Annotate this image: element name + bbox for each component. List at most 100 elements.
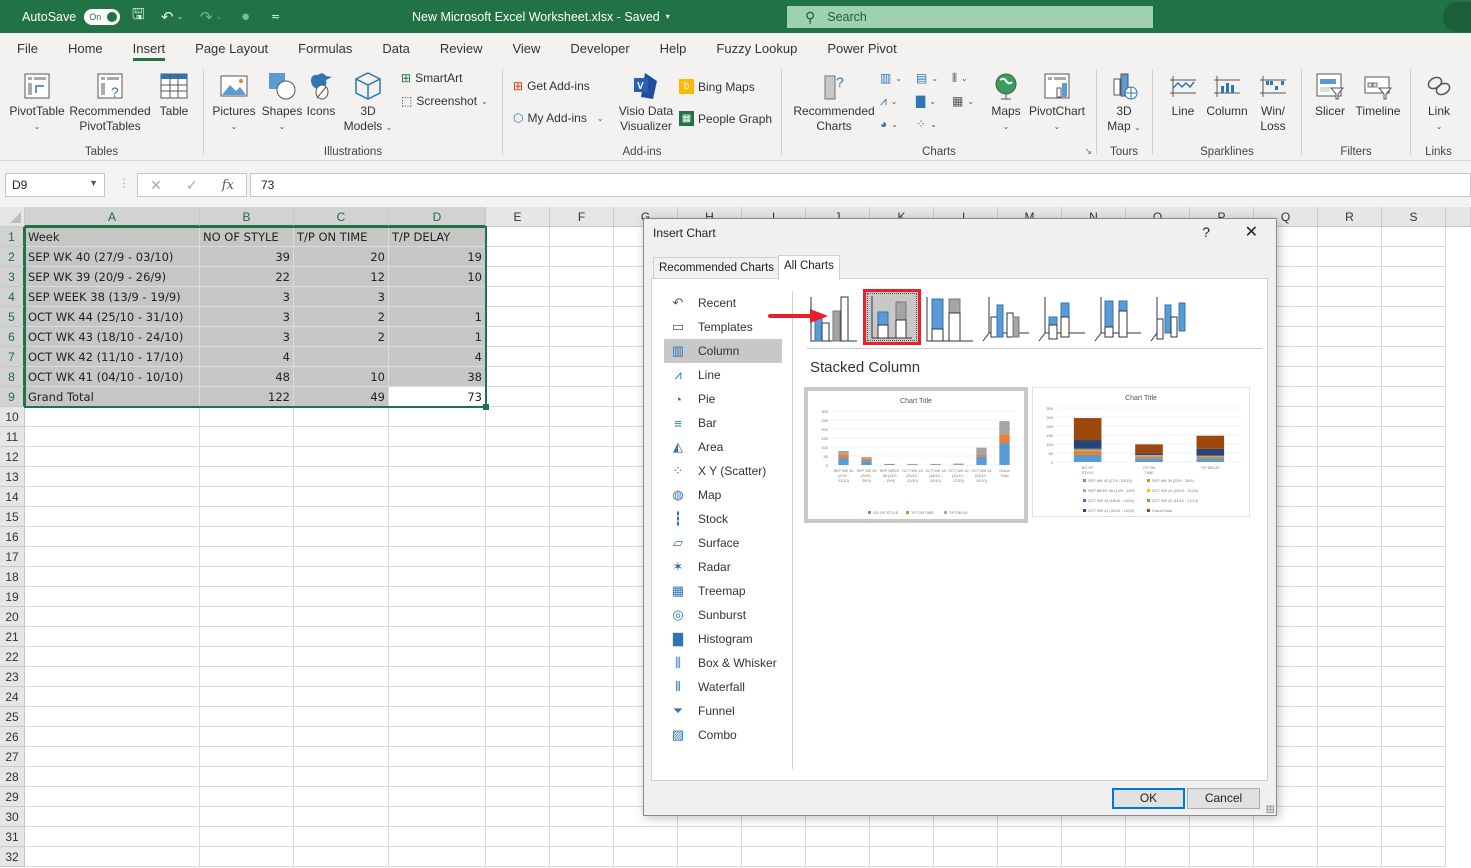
cell-I31[interactable] [742,827,806,847]
column-header-B[interactable]: B [200,207,294,227]
cell-B1[interactable]: NO OF STYLE [200,227,294,247]
cell-F13[interactable] [550,467,614,487]
cell-B18[interactable] [200,567,294,587]
cell-B32[interactable] [200,847,294,867]
cell-E28[interactable] [486,767,550,787]
cell-D32[interactable] [389,847,486,867]
cell-D18[interactable] [389,567,486,587]
cell-R4[interactable] [1318,287,1382,307]
chart-type-recent[interactable]: ↶ Recent [664,291,782,315]
cell-A5[interactable]: OCT WK 44 (25/10 - 31/10) [25,307,200,327]
chevron-down-icon[interactable]: ▼ [89,178,98,188]
row-header-20[interactable]: 20 [0,607,25,627]
chart-type-box-whisker[interactable]: ⫼ Box & Whisker [664,651,782,675]
cancel-button[interactable]: Cancel [1187,788,1260,809]
cell-E9[interactable] [486,387,550,407]
cell-A21[interactable] [25,627,200,647]
tab-insert[interactable]: Insert [132,33,165,65]
tab-data[interactable]: Data [382,33,409,65]
sparkline-winloss-button[interactable]: Win/ Loss [1253,71,1293,134]
cell-E13[interactable] [486,467,550,487]
cell-C10[interactable] [294,407,389,427]
cell-F27[interactable] [550,747,614,767]
cell-R15[interactable] [1318,507,1382,527]
cell-B23[interactable] [200,667,294,687]
row-header-6[interactable]: 6 [0,327,25,347]
cell-R23[interactable] [1318,667,1382,687]
tab-home[interactable]: Home [68,33,103,65]
row-header-25[interactable]: 25 [0,707,25,727]
chart-type-bar[interactable]: ≡ Bar [664,411,782,435]
cell-I32[interactable] [742,847,806,867]
cell-F12[interactable] [550,447,614,467]
cell-B29[interactable] [200,787,294,807]
chart-type-surface[interactable]: ▱ Surface [664,531,782,555]
cell-F17[interactable] [550,547,614,567]
cell-B9[interactable]: 122 [200,387,294,407]
subtype-stacked-column[interactable] [863,289,921,345]
cell-P31[interactable] [1190,827,1254,847]
cell-F28[interactable] [550,767,614,787]
cell-F3[interactable] [550,267,614,287]
cell-N32[interactable] [1062,847,1126,867]
cell-R11[interactable] [1318,427,1382,447]
touch-mode-icon[interactable]: ● [241,0,250,33]
cell-R30[interactable] [1318,807,1382,827]
cell-C22[interactable] [294,647,389,667]
cell-C23[interactable] [294,667,389,687]
cell-C12[interactable] [294,447,389,467]
cell-C21[interactable] [294,627,389,647]
cell-A17[interactable] [25,547,200,567]
cell-C1[interactable]: T/P ON TIME [294,227,389,247]
cell-A11[interactable] [25,427,200,447]
chart-type-funnel[interactable]: ⏷ Funnel [664,699,782,723]
tab-power-pivot[interactable]: Power Pivot [827,33,896,65]
cell-B21[interactable] [200,627,294,647]
cell-R25[interactable] [1318,707,1382,727]
cell-A4[interactable]: SEP WEEK 38 (13/9 - 19/9) [25,287,200,307]
cell-A15[interactable] [25,507,200,527]
cell-F4[interactable] [550,287,614,307]
cell-D1[interactable]: T/P DELAY [389,227,486,247]
cell-D30[interactable] [389,807,486,827]
3d-map-button[interactable]: 3D Map ⌄ [1103,71,1145,135]
cell-C3[interactable]: 12 [294,267,389,287]
cell-E15[interactable] [486,507,550,527]
cell-C18[interactable] [294,567,389,587]
cell-S3[interactable] [1382,267,1446,287]
cell-D12[interactable] [389,447,486,467]
cell-F22[interactable] [550,647,614,667]
cell-B31[interactable] [200,827,294,847]
cell-C8[interactable]: 10 [294,367,389,387]
cell-E27[interactable] [486,747,550,767]
cell-S31[interactable] [1382,827,1446,847]
cell-A10[interactable] [25,407,200,427]
shapes-button[interactable]: Shapes ⌄ [258,71,306,134]
cell-A2[interactable]: SEP WK 40 (27/9 - 03/10) [25,247,200,267]
cell-B30[interactable] [200,807,294,827]
row-header-26[interactable]: 26 [0,727,25,747]
cell-B7[interactable]: 4 [200,347,294,367]
cell-S7[interactable] [1382,347,1446,367]
cell-F7[interactable] [550,347,614,367]
cell-B13[interactable] [200,467,294,487]
row-header-12[interactable]: 12 [0,447,25,467]
tab-developer[interactable]: Developer [570,33,629,65]
cell-C19[interactable] [294,587,389,607]
cell-F5[interactable] [550,307,614,327]
cell-A28[interactable] [25,767,200,787]
cell-F8[interactable] [550,367,614,387]
row-header-4[interactable]: 4 [0,287,25,307]
cell-E12[interactable] [486,447,550,467]
row-header-1[interactable]: 1 [0,227,25,247]
cell-D8[interactable]: 38 [389,367,486,387]
cell-A22[interactable] [25,647,200,667]
column-header-R[interactable]: R [1318,207,1382,227]
cell-E4[interactable] [486,287,550,307]
cell-D13[interactable] [389,467,486,487]
cell-E23[interactable] [486,667,550,687]
cell-D5[interactable]: 1 [389,307,486,327]
get-addins-button[interactable]: ⊞ Get Add-ins [513,79,590,93]
cell-D4[interactable] [389,287,486,307]
cell-S16[interactable] [1382,527,1446,547]
